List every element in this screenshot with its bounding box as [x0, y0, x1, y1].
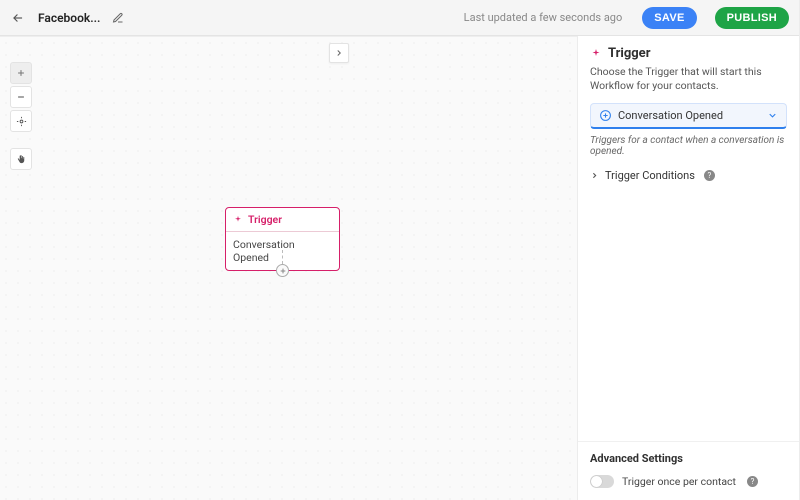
spark-icon	[590, 48, 602, 60]
trigger-once-label: Trigger once per contact	[622, 475, 736, 488]
add-step-button[interactable]	[276, 250, 289, 277]
trigger-select[interactable]: Conversation Opened	[590, 103, 787, 129]
trigger-conditions-toggle[interactable]: Trigger Conditions ?	[590, 169, 787, 182]
trigger-conditions-label: Trigger Conditions	[605, 169, 695, 182]
help-icon[interactable]: ?	[704, 170, 715, 181]
canvas-toolbar	[10, 62, 32, 170]
zoom-in-button[interactable]	[10, 62, 32, 84]
help-icon[interactable]: ?	[747, 476, 758, 487]
zoom-out-button[interactable]	[10, 86, 32, 108]
center-button[interactable]	[10, 110, 32, 132]
pan-button[interactable]	[10, 148, 32, 170]
workflow-canvas[interactable]: Trigger Conversation Opened	[0, 36, 577, 500]
workflow-title: Facebook...	[38, 11, 100, 25]
collapse-panel-button[interactable]	[329, 43, 349, 63]
plus-circle-icon	[599, 109, 612, 122]
trigger-help-text: Triggers for a contact when a conversati…	[590, 135, 787, 157]
side-panel: Trigger Choose the Trigger that will sta…	[577, 36, 799, 500]
save-button[interactable]: SAVE	[642, 7, 696, 29]
advanced-settings-heading: Advanced Settings	[578, 441, 799, 469]
trigger-select-label: Conversation Opened	[618, 109, 761, 122]
trigger-once-toggle[interactable]	[590, 475, 614, 488]
last-updated-text: Last updated a few seconds ago	[464, 11, 623, 24]
spark-icon	[233, 215, 243, 225]
node-header-label: Trigger	[248, 213, 282, 226]
chevron-right-icon	[590, 171, 599, 180]
chevron-down-icon	[767, 110, 778, 121]
publish-button[interactable]: PUBLISH	[715, 7, 789, 29]
back-button[interactable]	[10, 10, 26, 26]
panel-title: Trigger	[608, 46, 650, 61]
plus-icon	[276, 264, 289, 277]
edit-title-button[interactable]	[112, 12, 124, 24]
panel-subtitle: Choose the Trigger that will start this …	[578, 65, 799, 103]
topbar: Facebook... Last updated a few seconds a…	[0, 0, 799, 36]
